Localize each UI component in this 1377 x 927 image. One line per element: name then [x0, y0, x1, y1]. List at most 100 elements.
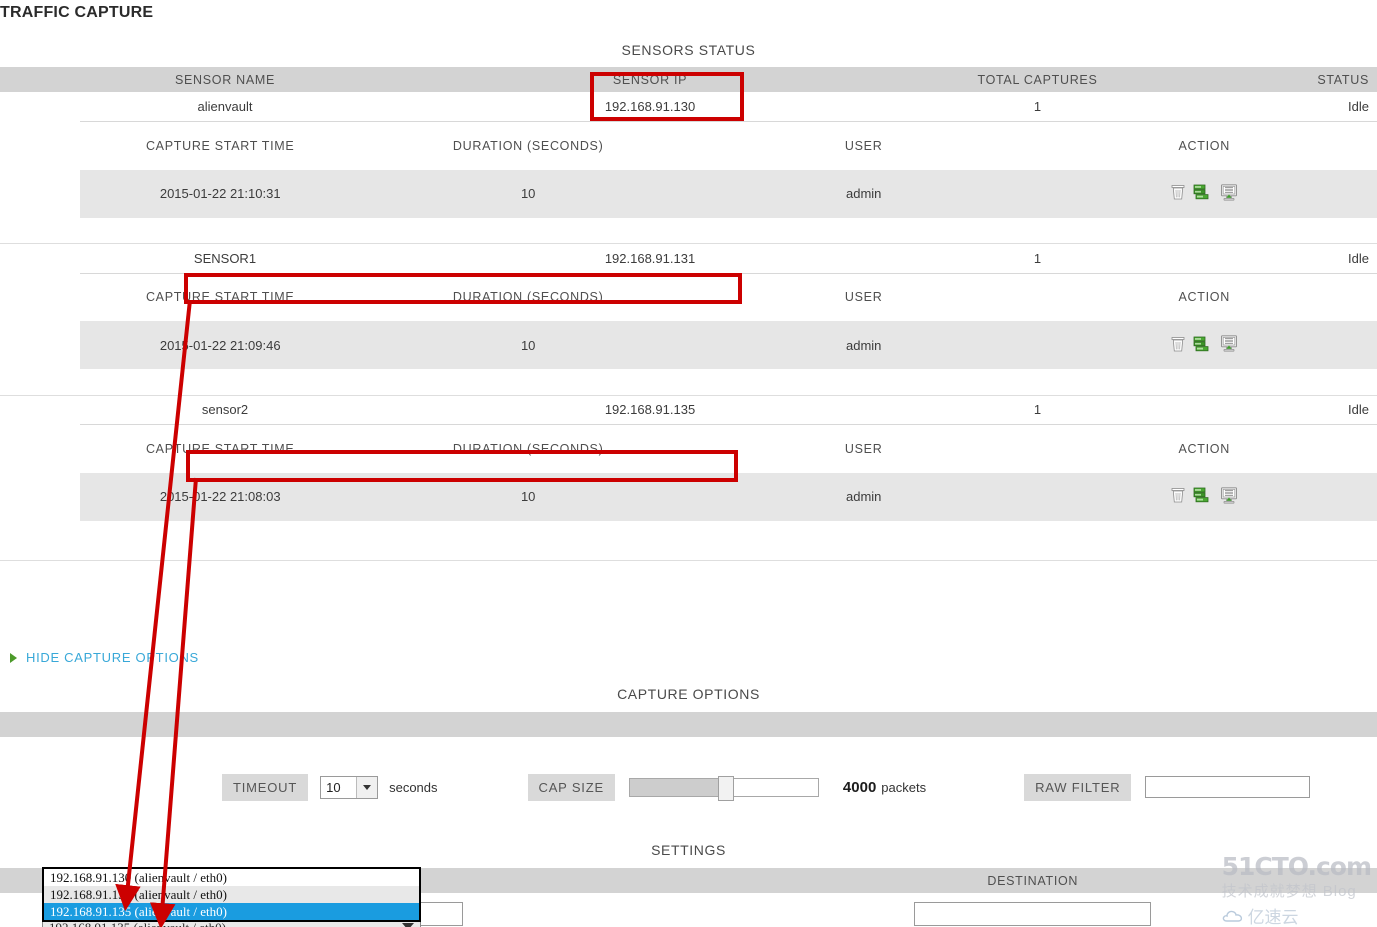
hide-capture-options-toggle[interactable]: HIDE CAPTURE OPTIONS [0, 650, 199, 665]
capture-options-body: TIMEOUT 10 seconds CAP SIZE 4000 packets… [0, 737, 1377, 837]
capture-action-cell [1031, 473, 1377, 521]
timeout-label: TIMEOUT [222, 774, 308, 801]
watermark-cloud: 亿速云 [1222, 903, 1371, 927]
capture-user-cell: admin [696, 321, 1032, 369]
sensor-group-spacer [0, 218, 1377, 244]
sensor-total-captures-cell: 1 [850, 395, 1225, 424]
status-badge: Idle [1225, 244, 1377, 273]
raw-filter-input[interactable] [1145, 776, 1310, 798]
sensors-table: SENSOR NAME SENSOR IP TOTAL CAPTURES STA… [0, 67, 1377, 561]
capture-action-cell [1031, 170, 1377, 218]
column-header-action: ACTION [1031, 425, 1377, 473]
trash-icon[interactable] [1171, 336, 1185, 352]
status-badge: Idle [1225, 92, 1377, 121]
server-icon[interactable] [1193, 487, 1212, 503]
column-header-user: USER [696, 425, 1032, 473]
column-header-duration: DURATION (SECONDS) [360, 425, 696, 473]
watermark: 51CTO.com 技术成就梦想 Blog 亿速云 [1222, 854, 1371, 927]
download-monitor-icon[interactable] [1220, 335, 1238, 352]
table-row[interactable]: alienvault 192.168.91.130 1 Idle [0, 92, 1377, 121]
sensor-group-spacer [0, 521, 1377, 561]
server-icon[interactable] [1193, 336, 1212, 352]
settings-title: SETTINGS [0, 842, 1377, 868]
destination-input[interactable] [914, 902, 1151, 926]
list-item[interactable]: 192.168.91.130 (alienvault / eth0) [44, 869, 419, 886]
column-header-duration: DURATION (SECONDS) [360, 122, 696, 170]
sensor-captures-cell: CAPTURE START TIME DURATION (SECONDS) US… [0, 424, 1377, 521]
column-header-capture-start-time: CAPTURE START TIME [80, 425, 360, 473]
watermark-main-text: 51CTO.com [1222, 854, 1371, 879]
column-header-user: USER [696, 273, 1032, 321]
capture-duration-cell: 10 [360, 473, 696, 521]
sensor-captures-row: CAPTURE START TIME DURATION (SECONDS) US… [0, 424, 1377, 521]
watermark-sub-text: 技术成就梦想 Blog [1222, 880, 1371, 901]
column-header-action: ACTION [1031, 122, 1377, 170]
timeout-value: 10 [321, 780, 340, 795]
cap-size-slider[interactable] [629, 778, 819, 797]
captures-header-row: CAPTURE START TIME DURATION (SECONDS) US… [80, 122, 1377, 170]
hide-capture-options-label: HIDE CAPTURE OPTIONS [26, 650, 199, 665]
capture-user-cell: admin [696, 170, 1032, 218]
capture-start-time-cell: 2015-01-22 21:10:31 [80, 170, 360, 218]
list-item[interactable]: 192.168.91.131 (alienvault / eth0) [44, 886, 419, 903]
trash-icon[interactable] [1171, 184, 1185, 200]
column-header-action: ACTION [1031, 273, 1377, 321]
timeout-select[interactable]: 10 [320, 776, 378, 799]
list-item[interactable]: 192.168.91.135 (alienvault / eth0) [44, 903, 419, 920]
download-monitor-icon[interactable] [1220, 184, 1238, 201]
cap-size-slider-handle[interactable] [718, 776, 734, 801]
sensors-table-body: SENSOR NAME SENSOR IP TOTAL CAPTURES STA… [0, 67, 1377, 561]
table-row[interactable]: 2015-01-22 21:10:31 10 admin [80, 170, 1377, 218]
sensor-ip-cell: 192.168.91.131 [450, 244, 850, 273]
table-row[interactable]: sensor2 192.168.91.135 1 Idle [0, 395, 1377, 424]
cap-size-slider-fill [630, 779, 722, 796]
captures-table-body: CAPTURE START TIME DURATION (SECONDS) US… [80, 122, 1377, 218]
captures-table: CAPTURE START TIME DURATION (SECONDS) US… [80, 424, 1377, 521]
captures-table: CAPTURE START TIME DURATION (SECONDS) US… [80, 273, 1377, 370]
capture-start-time-cell: 2015-01-22 21:09:46 [80, 321, 360, 369]
sensor-captures-cell: CAPTURE START TIME DURATION (SECONDS) US… [0, 273, 1377, 370]
action-icon-group [1171, 335, 1238, 352]
download-monitor-icon[interactable] [1220, 487, 1238, 504]
watermark-cloud-text: 亿速云 [1248, 903, 1299, 927]
chevron-down-icon[interactable] [356, 777, 377, 798]
column-header-capture-start-time: CAPTURE START TIME [80, 273, 360, 321]
sensors-table-header-row: SENSOR NAME SENSOR IP TOTAL CAPTURES STA… [0, 67, 1377, 92]
column-header-total-captures: TOTAL CAPTURES [850, 67, 1225, 92]
cap-size-unit: packets [881, 780, 926, 795]
sensor-name-cell: alienvault [0, 92, 450, 121]
captures-wrapper: CAPTURE START TIME DURATION (SECONDS) US… [0, 273, 1377, 370]
trash-icon[interactable] [1171, 487, 1185, 503]
sensor-interface-dropdown-list[interactable]: 192.168.91.130 (alienvault / eth0) 192.1… [42, 867, 421, 922]
sensors-status-caption: SENSORS STATUS [0, 36, 1377, 67]
page-title: TRAFFIC CAPTURE [0, 4, 153, 22]
sensor-captures-cell: CAPTURE START TIME DURATION (SECONDS) US… [0, 121, 1377, 218]
capture-duration-cell: 10 [360, 321, 696, 369]
captures-table-body: CAPTURE START TIME DURATION (SECONDS) US… [80, 273, 1377, 369]
sensors-status-panel: SENSORS STATUS SENSOR NAME SENSOR IP TOT… [0, 36, 1377, 561]
sensor-ip-cell: 192.168.91.130 [450, 92, 850, 121]
sensor-name-cell: sensor2 [0, 395, 450, 424]
raw-filter-label: RAW FILTER [1024, 774, 1131, 801]
chevron-down-icon[interactable] [402, 923, 414, 927]
cap-size-label: CAP SIZE [528, 774, 615, 801]
captures-header-row: CAPTURE START TIME DURATION (SECONDS) US… [80, 425, 1377, 473]
triangle-right-icon [10, 653, 17, 663]
server-icon[interactable] [1193, 184, 1212, 200]
table-row[interactable]: 2015-01-22 21:08:03 10 admin [80, 473, 1377, 521]
column-header-status: STATUS [1225, 67, 1377, 92]
sensor-total-captures-cell: 1 [850, 92, 1225, 121]
column-header-sensor-ip: SENSOR IP [450, 67, 850, 92]
captures-table-body: CAPTURE START TIME DURATION (SECONDS) US… [80, 425, 1377, 521]
table-row[interactable]: 2015-01-22 21:09:46 10 admin [80, 321, 1377, 369]
sensor-name-cell: SENSOR1 [0, 244, 450, 273]
table-row[interactable]: SENSOR1 192.168.91.131 1 Idle [0, 244, 1377, 273]
sensor-group-spacer [0, 369, 1377, 395]
timeout-unit: seconds [389, 780, 437, 795]
action-icon-group [1171, 487, 1238, 504]
sensor-total-captures-cell: 1 [850, 244, 1225, 273]
captures-table: CAPTURE START TIME DURATION (SECONDS) US… [80, 121, 1377, 218]
capture-options-header-bar [0, 712, 1377, 737]
sensor-captures-row: CAPTURE START TIME DURATION (SECONDS) US… [0, 273, 1377, 370]
column-header-duration: DURATION (SECONDS) [360, 273, 696, 321]
